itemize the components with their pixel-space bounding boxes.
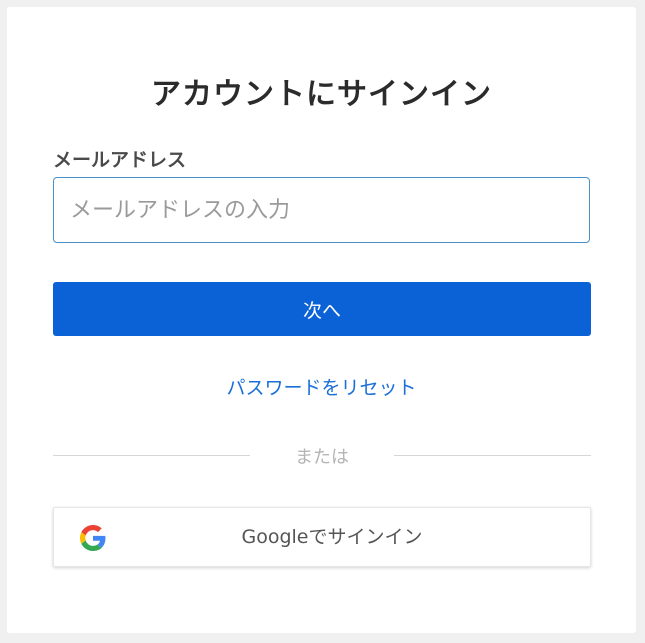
google-signin-button[interactable]: Googleでサインイン [53,507,591,567]
divider-text: または [295,447,349,468]
email-field[interactable] [53,177,590,243]
signin-card: アカウントにサインイン メールアドレス 次へ パスワードをリセット または Go… [7,7,636,633]
google-signin-label: Googleでサインイン [241,526,423,548]
next-button[interactable]: 次へ [53,282,591,336]
divider-line-right [394,455,591,456]
page-title: アカウントにサインイン [151,77,492,112]
email-label: メールアドレス [53,149,187,171]
divider-line-left [53,455,250,456]
reset-password-link[interactable]: パスワードをリセット [7,373,636,400]
